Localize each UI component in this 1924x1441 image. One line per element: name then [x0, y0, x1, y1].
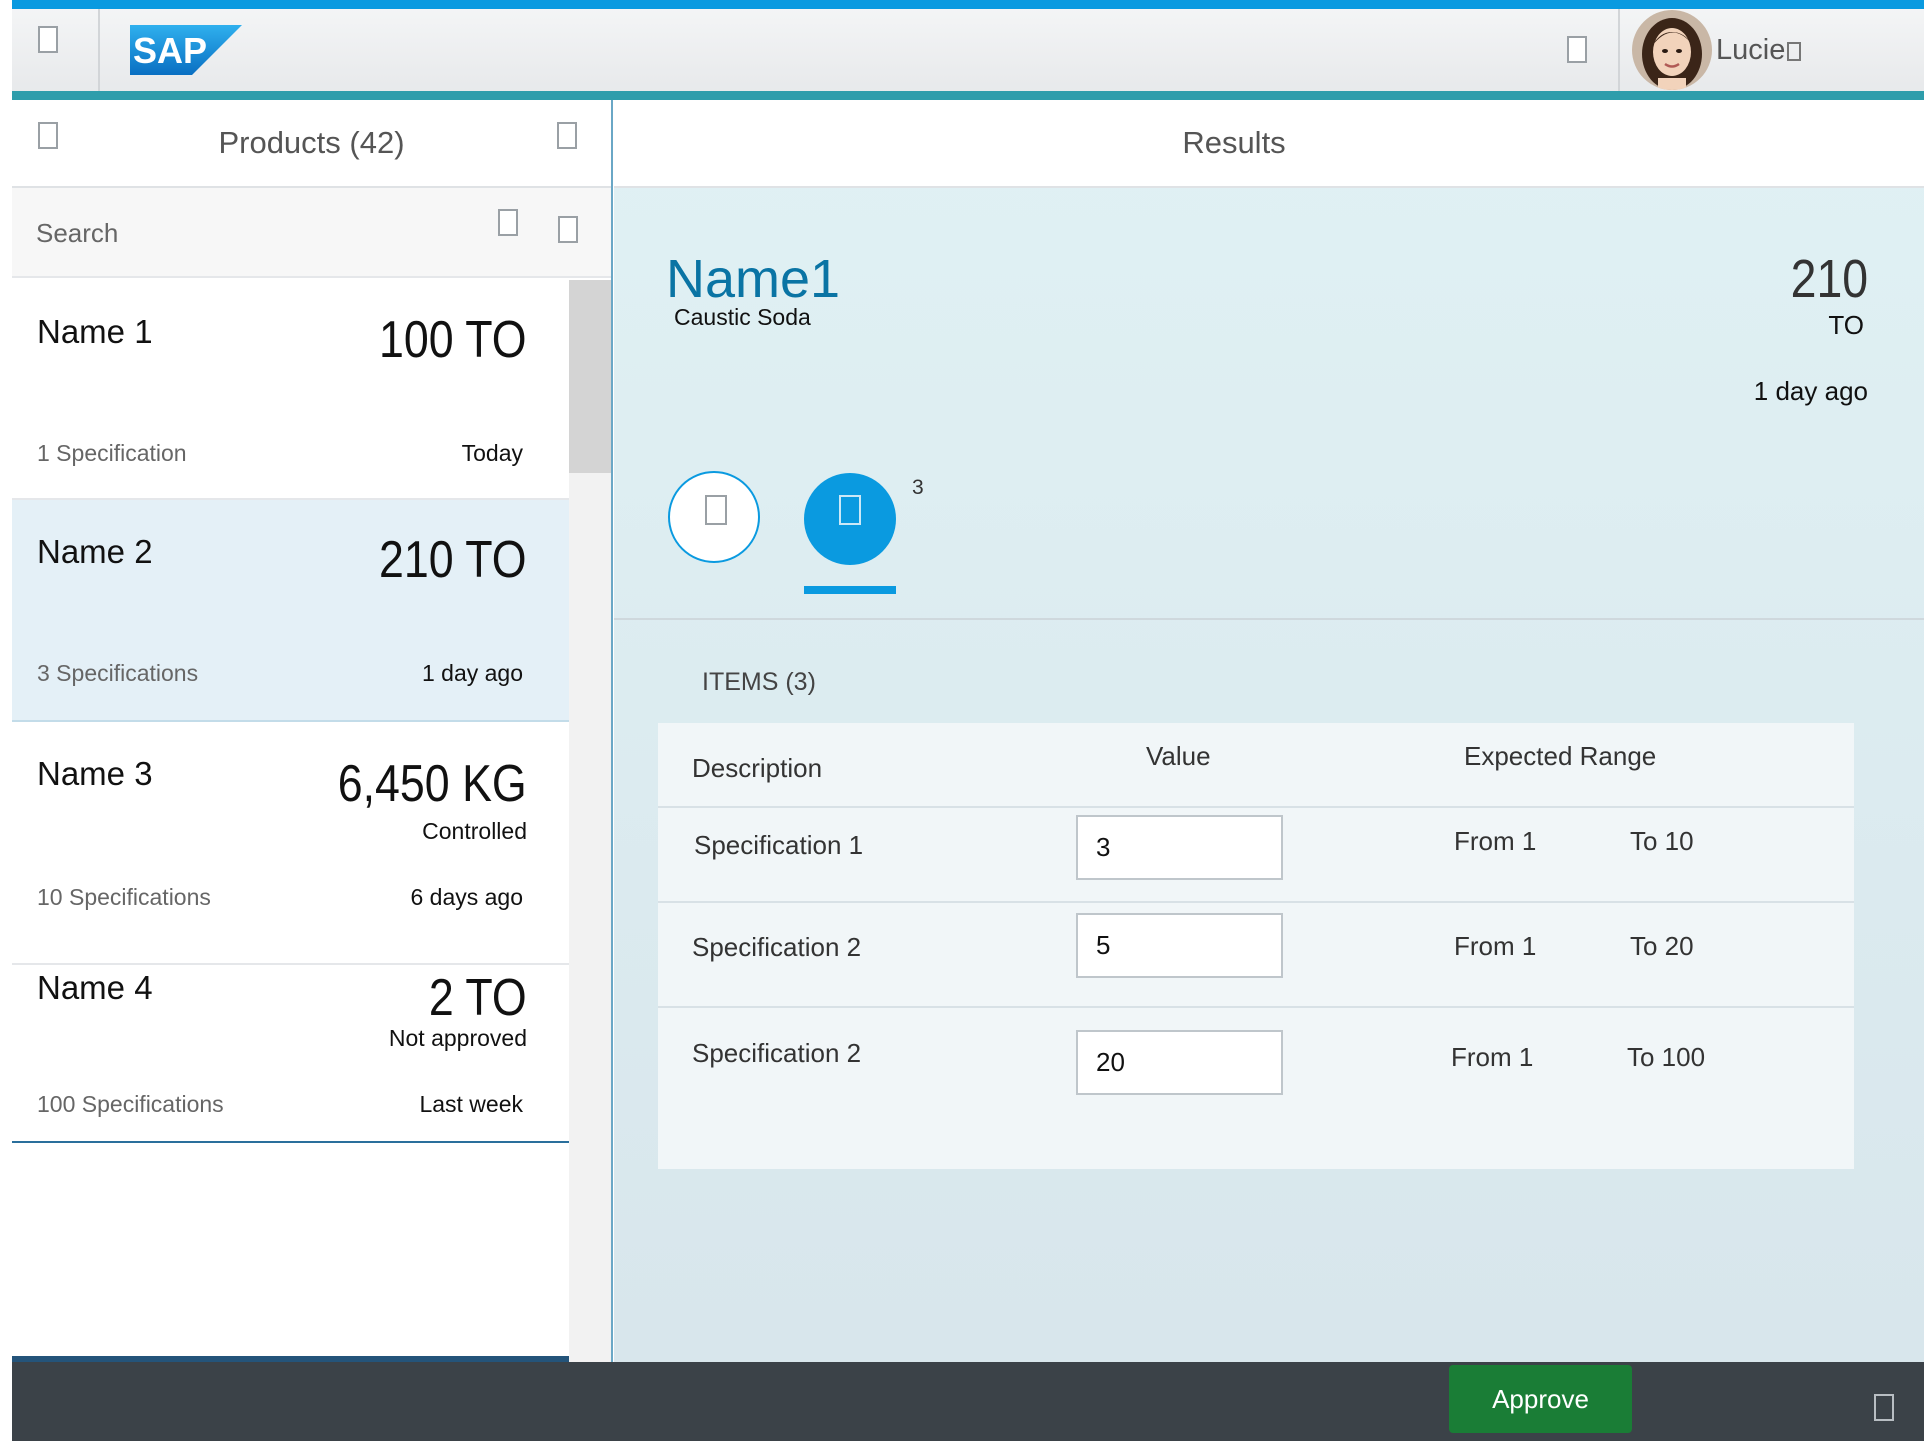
search-icon[interactable]	[498, 209, 518, 236]
svg-text:SAP: SAP	[133, 30, 207, 71]
footer-toolbar: Approve	[12, 1362, 1924, 1441]
row-description: Specification 2	[692, 932, 862, 962]
list-item-name: Name 4	[37, 969, 153, 1006]
list-item-status-line: Controlled	[422, 818, 527, 844]
object-number: 210	[1790, 249, 1868, 309]
row-description: Specification 1	[694, 830, 864, 860]
list-item-status: Last week	[419, 1091, 523, 1117]
user-name[interactable]: Lucie	[1716, 34, 1802, 67]
list-item[interactable]: Name 4 2 TO Not approved 100 Specificati…	[12, 965, 569, 1150]
list-item-status: 1 day ago	[421, 660, 523, 686]
shell-bar: SAP Lucie	[12, 0, 1924, 100]
action-sheet-icon[interactable]	[1874, 1394, 1894, 1421]
row-divider	[658, 901, 1854, 903]
list-item-attribute: 3 Specifications	[37, 660, 199, 686]
row-divider	[658, 806, 1854, 808]
list-end-line	[12, 1141, 569, 1143]
list-item-status: 6 days ago	[410, 884, 523, 910]
detail-title: Results	[1182, 125, 1286, 160]
range-to: To 10	[1630, 826, 1694, 856]
tab-info[interactable]	[668, 471, 760, 563]
range-to: To 100	[1627, 1042, 1706, 1072]
list-item-number: 6,450 KG	[338, 755, 527, 813]
list-item-selected[interactable]: Name 2 210 TO 3 Specifications 1 day ago	[12, 500, 569, 722]
tab-selected-indicator	[804, 586, 896, 594]
items-table: Description Value Expected Range Specifi…	[658, 723, 1854, 1169]
master-header: Products (42)	[12, 100, 611, 188]
sort-icon[interactable]	[557, 122, 577, 149]
list-item-attribute: 1 Specification	[37, 440, 187, 466]
sap-logo: SAP	[130, 25, 242, 75]
master-pane: Products (42) Name 1 100 TO 1 Specificat…	[12, 100, 613, 1362]
row-description: Specification 2	[692, 1038, 862, 1068]
refresh-icon[interactable]	[558, 216, 578, 243]
tab-items[interactable]	[804, 473, 896, 565]
row-divider	[658, 1006, 1854, 1008]
approve-button[interactable]: Approve	[1449, 1365, 1632, 1433]
list-icon	[839, 495, 861, 525]
list-item-attribute: 10 Specifications	[37, 884, 211, 910]
items-table-title: ITEMS (3)	[702, 668, 816, 696]
list-item-status-line: Not approved	[388, 1025, 527, 1051]
object-status: 1 day ago	[1753, 376, 1868, 406]
range-from: From 1	[1454, 826, 1537, 856]
value-input[interactable]	[1076, 1030, 1283, 1095]
search-bar	[12, 188, 611, 278]
list-item-number: 2 TO	[429, 969, 527, 1027]
list-item-number: 100 TO	[379, 311, 527, 369]
list-item-name: Name 1	[37, 313, 153, 350]
list-item[interactable]: Name 3 6,450 KG Controlled 10 Specificat…	[12, 722, 569, 965]
master-title: Products (42)	[218, 125, 405, 160]
object-title: Name1	[666, 249, 841, 309]
value-input[interactable]	[1076, 913, 1283, 978]
search-input[interactable]	[36, 218, 476, 249]
range-from: From 1	[1454, 931, 1537, 961]
scrollbar-thumb[interactable]	[569, 280, 611, 473]
product-list: Name 1 100 TO 1 Specification Today Name…	[12, 280, 569, 1150]
object-subtitle: Caustic Soda	[674, 304, 811, 330]
tab-items-count: 3	[912, 476, 924, 499]
range-from: From 1	[1451, 1042, 1534, 1072]
list-item[interactable]: Name 1 100 TO 1 Specification Today	[12, 280, 569, 500]
value-input[interactable]	[1076, 815, 1283, 880]
column-header-value: Value	[1146, 741, 1211, 771]
column-header-range: Expected Range	[1464, 741, 1657, 771]
column-header-description: Description	[692, 753, 823, 783]
shell-top-accent	[12, 0, 1924, 9]
detail-pane: Results Name1 Caustic Soda 210 TO 1 day …	[614, 100, 1924, 1362]
hint-icon	[705, 495, 727, 525]
list-item-status: Today	[461, 440, 523, 466]
avatar[interactable]	[1632, 10, 1712, 90]
shell-divider	[98, 9, 100, 91]
range-to: To 20	[1630, 931, 1694, 961]
list-item-attribute: 100 Specifications	[37, 1091, 224, 1117]
object-unit: TO	[1828, 310, 1864, 340]
list-item-name: Name 3	[37, 755, 153, 792]
tab-bar-divider	[614, 618, 1924, 620]
shell-bottom-accent	[12, 91, 1924, 100]
chevron-down-icon[interactable]	[1787, 42, 1802, 61]
bell-icon[interactable]	[1567, 36, 1587, 63]
shell-divider	[1618, 9, 1620, 91]
detail-header: Results	[614, 100, 1924, 188]
menu-icon[interactable]	[38, 26, 58, 53]
list-item-number: 210 TO	[379, 531, 527, 589]
list-item-name: Name 2	[37, 533, 153, 570]
